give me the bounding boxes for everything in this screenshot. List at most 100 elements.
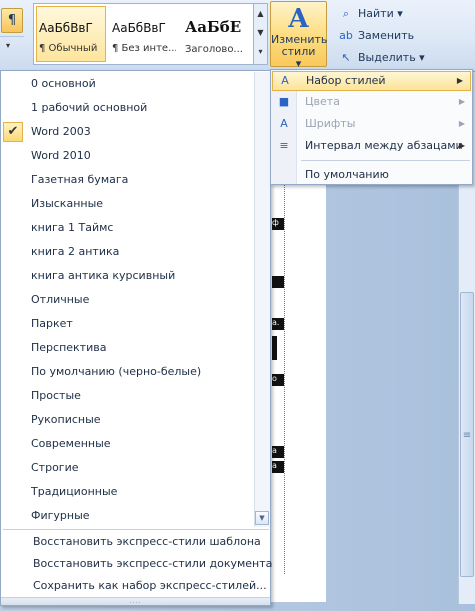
style-set-label: Word 2010 — [31, 149, 91, 162]
style-set-label: 0 основной — [31, 77, 96, 90]
colors-icon: ■ — [278, 95, 290, 108]
style-set-item[interactable]: По умолчанию (черно-белые) — [1, 360, 253, 384]
style-set-item[interactable]: ✔ Word 2003 — [1, 120, 253, 144]
document-text-fragment: о — [272, 374, 284, 386]
document-text-fragment — [272, 276, 284, 288]
style-tile-name: Заголово... — [185, 44, 243, 55]
style-tile-heading[interactable]: АаБбЕ Заголово... — [182, 6, 252, 62]
change-styles-menu-items: A Набор стилей ▶ ■ Цвета ▶ A Шрифты ▶ ≡ Интервал м… — [271, 71, 472, 186]
style-set-label: Современные — [31, 437, 111, 450]
reset-template-styles-item[interactable]: Восстановить экспресс-стили шаблона — [1, 531, 269, 553]
reset-document-styles-item[interactable]: Восстановить экспресс-стили документа — [1, 553, 272, 575]
style-tile-no-spacing[interactable]: АаБбВвГ ¶ Без инте... — [109, 6, 179, 62]
style-set-item[interactable]: Паркет — [1, 312, 253, 336]
style-tile-sample: АаБбВвГ — [39, 21, 93, 35]
scroll-down-icon[interactable]: ▼ — [255, 511, 269, 525]
style-set-list-scrollbar[interactable] — [254, 72, 270, 527]
style-tile-normal[interactable]: АаБбВвГ ¶ Обычный — [36, 6, 106, 62]
change-menu-label: Интервал между абзацами — [305, 139, 463, 152]
document-text-fragment: а. — [272, 318, 284, 330]
style-set-item[interactable]: 0 основной — [1, 72, 253, 96]
style-set-item[interactable]: книга антикa курсивный — [1, 264, 253, 288]
select-cursor-icon: ↖ — [341, 51, 351, 64]
style-set-item[interactable]: Отличные — [1, 288, 253, 312]
change-menu-label: Шрифты — [305, 117, 356, 130]
style-set-icon: A — [281, 74, 289, 87]
style-tile-name: ¶ Без инте... — [112, 43, 176, 54]
submenu-arrow-icon: ▶ — [458, 97, 465, 106]
binoculars-icon: ⌕ — [342, 7, 350, 20]
style-set-item[interactable]: книга 1 Таймс — [1, 216, 253, 240]
select-button[interactable]: ↖ Выделить ▾ — [336, 48, 475, 70]
paragraph-dialog-arrow-icon[interactable]: ▾ — [6, 41, 10, 50]
style-set-label: книга антикa курсивный — [31, 269, 176, 282]
paragraph-spacing-icon: ≡ — [279, 139, 289, 152]
checkmark-icon: ✔ — [3, 122, 23, 142]
style-set-label: Фигурные — [31, 509, 90, 522]
style-set-item[interactable]: Фигурные — [1, 504, 253, 528]
save-style-set-item[interactable]: Сохранить как набор экспресс-стилей... — [1, 575, 269, 597]
change-styles-menu: A Набор стилей ▶ ■ Цвета ▶ A Шрифты ▶ ≡ Интервал м… — [270, 69, 473, 185]
change-menu-item[interactable]: По умолчанию — [271, 164, 472, 186]
find-label: Найти ▾ — [358, 7, 403, 20]
style-set-label: книга 1 Таймс — [31, 221, 114, 234]
change-styles-icon: A — [288, 4, 309, 34]
find-button[interactable]: ⌕ Найти ▾ — [336, 4, 475, 26]
style-set-item[interactable]: книга 2 антикa — [1, 240, 253, 264]
style-set-label: Рукописные — [31, 413, 101, 426]
style-set-item[interactable]: Современные — [1, 432, 253, 456]
style-set-label: По умолчанию (черно-белые) — [31, 365, 202, 378]
style-set-label: 1 рабочий основной — [31, 101, 148, 114]
style-set-label: Отличные — [31, 293, 90, 306]
style-set-item[interactable]: Перспектива — [1, 336, 253, 360]
gallery-scroll-down-icon[interactable]: ▼ — [254, 23, 267, 42]
menu-separator — [3, 529, 269, 530]
show-formatting-button[interactable]: ¶ — [1, 8, 23, 33]
select-label: Выделить ▾ — [358, 51, 425, 64]
document-text-fragment — [272, 336, 277, 360]
ribbon: ¶ ▾ АаБбВвГ ¶ Обычный АаБбВвГ ¶ Без инте… — [0, 0, 475, 72]
change-menu-label: Набор стилей — [306, 74, 386, 87]
replace-label: Заменить — [358, 29, 415, 42]
style-set-label: Word 2003 — [31, 125, 91, 138]
quick-styles-gallery[interactable]: АаБбВвГ ¶ Обычный АаБбВвГ ¶ Без инте... … — [33, 3, 268, 65]
style-set-item[interactable]: Word 2010 — [1, 144, 253, 168]
submenu-arrow-icon: ▶ — [458, 141, 465, 150]
menu-separator — [301, 160, 470, 161]
replace-icon: ab — [339, 29, 353, 42]
style-set-label: книга 2 антикa — [31, 245, 120, 258]
style-set-item[interactable]: Газетная бумага — [1, 168, 253, 192]
style-tile-sample: АаБбВвГ — [112, 21, 166, 35]
change-styles-button[interactable]: A Изменить стили ▾ — [270, 1, 327, 70]
style-set-item[interactable]: Рукописные — [1, 408, 253, 432]
gallery-more-icon[interactable]: ▾ — [254, 42, 267, 61]
style-set-label: Газетная бумага — [31, 173, 129, 186]
style-set-label: Строгие — [31, 461, 79, 474]
fonts-icon: A — [280, 117, 288, 130]
change-menu-item[interactable]: ≡ Интервал между абзацами ▶ — [271, 135, 472, 157]
submenu-arrow-icon: ▶ — [456, 76, 463, 85]
style-set-label: Изысканные — [31, 197, 104, 210]
style-set-item[interactable]: Строгие — [1, 456, 253, 480]
scrollbar-thumb[interactable]: ≡ — [460, 292, 474, 577]
style-set-item[interactable]: 1 рабочий основной — [1, 96, 253, 120]
style-set-item[interactable]: Традиционные — [1, 480, 253, 504]
style-set-label: Паркет — [31, 317, 73, 330]
style-set-label: Простые — [31, 389, 81, 402]
editing-group: ⌕ Найти ▾ ab Заменить ↖ Выделить ▾ — [336, 4, 475, 70]
submenu-arrow-icon: ▶ — [458, 119, 465, 128]
document-text-fragment: а — [272, 461, 284, 473]
style-set-list: 0 основной 1 рабочий основной ✔ Word 2003 Wo… — [1, 72, 253, 528]
change-menu-label: По умолчанию — [305, 168, 389, 181]
style-set-label: Перспектива — [31, 341, 107, 354]
change-menu-label: Цвета — [305, 95, 340, 108]
style-set-item[interactable]: Простые — [1, 384, 253, 408]
style-tile-name: ¶ Обычный — [39, 43, 98, 54]
style-set-item[interactable]: Изысканные — [1, 192, 253, 216]
menu-resize-grip[interactable]: .... — [1, 597, 270, 605]
replace-button[interactable]: ab Заменить — [336, 26, 475, 48]
ribbon-separator — [0, 36, 24, 37]
document-text-fragment: ф — [272, 218, 284, 230]
gallery-scroll-up-icon[interactable]: ▲ — [254, 4, 267, 23]
change-menu-item[interactable]: A Набор стилей ▶ — [272, 71, 471, 91]
